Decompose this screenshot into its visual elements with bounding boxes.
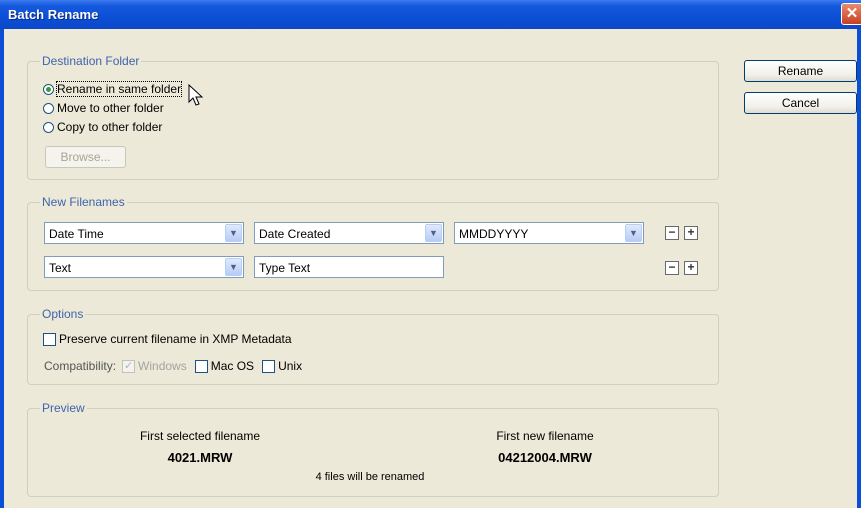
add-row-button[interactable]: +: [684, 261, 698, 275]
date-source-dropdown[interactable]: Date Created ▼: [254, 222, 444, 244]
dropdown-value: Text: [49, 261, 72, 275]
mac-os-label: Mac OS: [210, 359, 255, 373]
radio-button-checked[interactable]: [43, 83, 54, 95]
radio-label: Copy to other folder: [57, 120, 163, 134]
windows-label: Windows: [138, 359, 187, 373]
destination-folder-legend: Destination Folder: [42, 54, 140, 68]
preview-legend: Preview: [42, 401, 85, 415]
browse-button[interactable]: Browse...: [45, 146, 126, 168]
window-frame-left: [0, 29, 4, 508]
remove-row-button[interactable]: −: [665, 226, 679, 240]
compatibility-label: Compatibility:: [44, 359, 117, 373]
unix-checkbox[interactable]: [262, 359, 276, 373]
options-legend: Options: [42, 307, 84, 321]
chevron-down-icon[interactable]: ▼: [225, 224, 242, 242]
compatibility-row: Compatibility: Windows Mac OS Unix: [44, 358, 302, 374]
first-new-value: 04212004.MRW: [498, 450, 592, 465]
first-selected-label: First selected filename: [139, 429, 261, 443]
filename-element-dropdown[interactable]: Text ▼: [44, 256, 244, 278]
preserve-filename-label: Preserve current filename in XMP Metadat…: [59, 332, 292, 346]
chevron-down-icon[interactable]: ▼: [425, 224, 442, 242]
unix-label: Unix: [278, 359, 303, 373]
radio-label: Move to other folder: [57, 101, 164, 115]
cancel-button[interactable]: Cancel: [744, 92, 857, 114]
window-title: Batch Rename: [8, 7, 99, 22]
remove-row-button[interactable]: −: [665, 261, 679, 275]
radio-rename-same-folder[interactable]: Rename in same folder: [43, 81, 183, 97]
dropdown-value: MMDDYYYY: [459, 227, 529, 241]
first-selected-value: 4021.MRW: [167, 450, 233, 465]
preserve-filename-checkbox[interactable]: [43, 332, 56, 346]
preserve-filename-checkbox-row[interactable]: Preserve current filename in XMP Metadat…: [43, 331, 292, 347]
radio-button[interactable]: [43, 121, 54, 133]
radio-label: Rename in same folder: [55, 81, 183, 97]
dropdown-value: Date Time: [49, 227, 104, 241]
text-input-value: Type Text: [259, 261, 311, 275]
radio-button[interactable]: [43, 102, 54, 114]
filename-element-dropdown[interactable]: Date Time ▼: [44, 222, 244, 244]
mac-os-checkbox[interactable]: [194, 359, 208, 373]
add-row-button[interactable]: +: [684, 226, 698, 240]
close-icon[interactable]: ✕: [841, 3, 861, 25]
window-frame-right: [857, 29, 861, 508]
first-new-label: First new filename: [496, 429, 594, 443]
title-bar: Batch Rename: [0, 0, 861, 29]
custom-text-input[interactable]: Type Text: [254, 256, 444, 278]
windows-checkbox[interactable]: [122, 359, 136, 373]
chevron-down-icon[interactable]: ▼: [225, 258, 242, 276]
dropdown-value: Date Created: [259, 227, 331, 241]
rename-count-summary: 4 files will be renamed: [315, 471, 425, 483]
date-format-dropdown[interactable]: MMDDYYYY ▼: [454, 222, 644, 244]
mouse-pointer-icon: [188, 84, 204, 106]
radio-copy-other-folder[interactable]: Copy to other folder: [43, 119, 162, 135]
destination-folder-group: Destination Folder: [27, 54, 719, 180]
new-filenames-legend: New Filenames: [42, 195, 125, 209]
chevron-down-icon[interactable]: ▼: [625, 224, 642, 242]
rename-button[interactable]: Rename: [744, 60, 857, 82]
radio-move-other-folder[interactable]: Move to other folder: [43, 100, 164, 116]
